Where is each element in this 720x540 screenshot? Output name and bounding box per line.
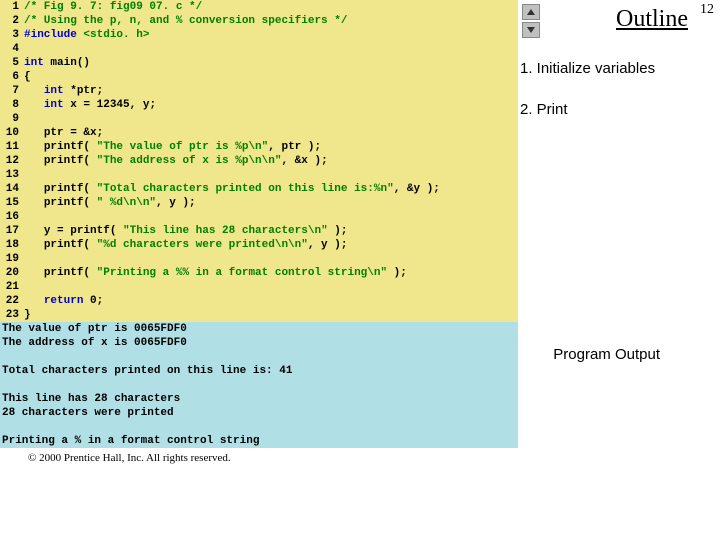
code-text: , ptr ); (268, 141, 321, 153)
code-text: , y ); (308, 239, 348, 251)
line-number: 12 (0, 154, 19, 168)
code-text: 0; (83, 295, 103, 307)
code-text: printf( (44, 155, 97, 167)
line-number: 6 (0, 70, 19, 84)
code-text: printf( (44, 239, 97, 251)
line-number: 18 (0, 238, 19, 252)
code-string: "%d characters were printed\n\n" (97, 239, 308, 251)
line-number: 21 (0, 280, 19, 294)
line-number: 11 (0, 140, 19, 154)
line-number: 15 (0, 196, 19, 210)
line-number: 23 (0, 308, 19, 322)
code-string: "The address of x is %p\n\n" (97, 155, 282, 167)
code-string: " %d\n\n" (97, 197, 156, 209)
program-output-label: Program Output (553, 346, 660, 363)
outline-item: 2. Print (520, 101, 718, 118)
code-string: "Printing a %% in a format control strin… (97, 267, 387, 279)
line-number-gutter: 1 2 3 4 5 6 7 8 9 10 11 12 13 14 15 16 1… (0, 0, 24, 322)
nav-down-button[interactable] (522, 22, 540, 38)
line-number: 5 (0, 56, 19, 70)
line-number: 9 (0, 112, 19, 126)
line-number: 14 (0, 182, 19, 196)
code-area: 1 2 3 4 5 6 7 8 9 10 11 12 13 14 15 16 1… (0, 0, 518, 322)
code-comment: /* Fig 9. 7: fig09 07. c */ (24, 1, 202, 13)
line-number: 1 (0, 0, 19, 14)
page-number: 12 (700, 2, 714, 18)
code-text: , &x ); (281, 155, 327, 167)
code-text: , &y ); (394, 183, 440, 195)
code-text: main() (44, 57, 90, 69)
line-number: 4 (0, 42, 19, 56)
code-text: { (24, 71, 31, 83)
line-number: 3 (0, 28, 19, 42)
code-text: printf( (44, 183, 97, 195)
code-text: printf( (44, 141, 97, 153)
code-keyword: int (24, 57, 44, 69)
line-number: 10 (0, 126, 19, 140)
code-string: "Total characters printed on this line i… (97, 183, 394, 195)
line-number: 13 (0, 168, 19, 182)
chevron-up-icon (526, 8, 536, 16)
code-text: ptr = &x; (44, 127, 103, 139)
chevron-down-icon (526, 26, 536, 34)
program-output-area: The value of ptr is 0065FDF0 The address… (0, 322, 518, 448)
outline-items: 1. Initialize variables 2. Print (520, 60, 718, 142)
code-text: *ptr; (64, 85, 104, 97)
code-text: ); (387, 267, 407, 279)
code-text: , y ); (156, 197, 196, 209)
line-number: 8 (0, 98, 19, 112)
code-text: printf( (44, 197, 97, 209)
code-content: /* Fig 9. 7: fig09 07. c */ /* Using the… (24, 0, 518, 322)
code-header: <stdio. h> (77, 29, 150, 41)
line-number: 16 (0, 210, 19, 224)
line-number: 7 (0, 84, 19, 98)
outline-title: Outline (616, 6, 688, 33)
code-string: "The value of ptr is %p\n" (97, 141, 269, 153)
line-number: 19 (0, 252, 19, 266)
line-number: 2 (0, 14, 19, 28)
code-text: } (24, 309, 31, 321)
code-string: "This line has 28 characters\n" (123, 225, 328, 237)
outline-item: 1. Initialize variables (520, 60, 718, 77)
code-text: printf( (44, 267, 97, 279)
nav-up-button[interactable] (522, 4, 540, 20)
code-comment: /* Using the p, n, and % conversion spec… (24, 15, 347, 27)
line-number: 20 (0, 266, 19, 280)
code-text: ); (328, 225, 348, 237)
code-text: y = printf( (44, 225, 123, 237)
code-keyword: return (44, 295, 84, 307)
copyright-footer: © 2000 Prentice Hall, Inc. All rights re… (28, 452, 720, 464)
code-keyword: int (44, 85, 64, 97)
code-text: x = 12345, y; (64, 99, 156, 111)
line-number: 17 (0, 224, 19, 238)
code-keyword: int (44, 99, 64, 111)
code-preproc: #include (24, 29, 77, 41)
line-number: 22 (0, 294, 19, 308)
